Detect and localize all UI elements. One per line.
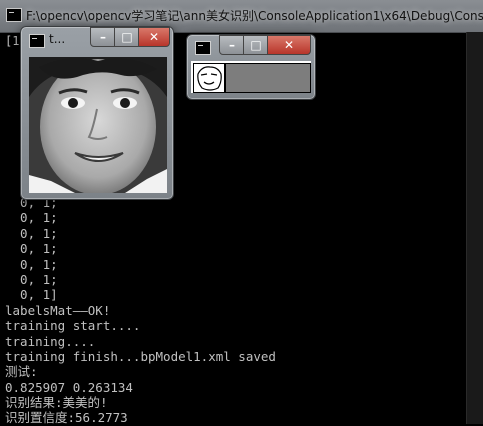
minimize-button[interactable]: – [219,35,245,55]
face-window-title: t... [49,32,66,46]
console-line: 0, 1; [5,241,58,257]
console-line: 0, 1; [5,256,58,272]
console-line: training finish...bpModel1.xml saved [5,348,276,364]
maximize-button[interactable]: □ [114,27,140,47]
prediction-image [191,61,311,93]
console-line: training start.... [5,318,141,334]
console-line: training.... [5,333,96,349]
console-line: 测试: [5,364,38,380]
face-image-window[interactable]: t... – □ ✕ [20,26,174,200]
console-scrollbar[interactable] [466,32,483,424]
console-line: 0, 1; [5,271,58,287]
console-app-icon [6,8,22,22]
face-thumbnail-sketch [197,66,222,91]
console-line: 0, 1; [5,225,58,241]
window-app-icon [29,34,45,48]
close-button[interactable]: ✕ [138,27,170,47]
console-title: F:\opencv\opencv学习笔记\ann美女识别\ConsoleAppl… [26,9,483,23]
close-button[interactable]: ✕ [267,35,311,55]
face-thumbnail [193,63,225,93]
minimize-button[interactable]: – [90,27,116,47]
prediction-window[interactable]: – □ ✕ [186,34,316,100]
console-line: 识别结果:美美的! [5,395,108,411]
console-line: 0, 1; [5,210,58,226]
face-photo [29,57,167,193]
console-line: 0.825907 0.263134 [5,379,133,395]
console-first-line: [1 [5,34,20,48]
console-lines: 0, 1; 0, 1; 0, 1; 0, 1; 0, 1; 0, 1; 0, 1… [5,195,276,426]
window-app-icon [195,41,211,55]
face-image [29,57,167,193]
console-line: 0, 1] [5,287,58,303]
gray-region [225,63,311,93]
maximize-button[interactable]: □ [243,35,269,55]
console-line: labelsMat——OK! [5,302,111,318]
